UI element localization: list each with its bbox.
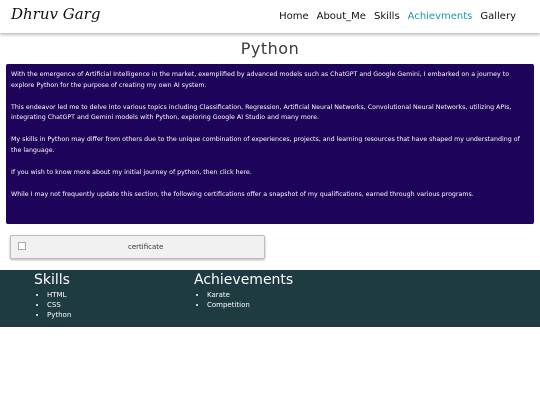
footer-achievements-title: Achievements (194, 272, 294, 288)
brand-logo[interactable]: Dhruv Garg (11, 5, 100, 23)
paragraph-intro: With the emergence of Artificial Intelli… (11, 71, 510, 89)
footer-skill-item: HTML (47, 290, 71, 300)
certificate-card[interactable]: certificate (10, 235, 265, 259)
nav-link-gallery[interactable]: Gallery (480, 11, 516, 22)
nav-menu: Home About_Me Skills Achievments Gallery (279, 11, 516, 22)
python-description-card: With the emergence of Artificial Intelli… (6, 64, 534, 224)
certificate-alt-text: certificate (128, 243, 164, 251)
paragraph-skills: My skills in Python may differ from othe… (11, 136, 520, 154)
footer-skill-item: CSS (47, 300, 71, 310)
paragraph-journey-link[interactable]: If you wish to know more about my initia… (11, 168, 529, 179)
broken-image-icon (18, 242, 26, 250)
paragraph-topics: This endeavor led me to delve into vario… (11, 103, 512, 122)
page-title: Python (240, 39, 300, 58)
footer-achievement-item: Competition (207, 300, 293, 310)
nav-link-skills[interactable]: Skills (374, 11, 400, 22)
footer: Skills HTML CSS Python Achievements Kara… (0, 270, 540, 327)
certificate-image: certificate (18, 242, 163, 251)
footer-achievements-section: Achievements Karate Competition (194, 272, 293, 310)
footer-achievement-item: Karate (207, 290, 293, 300)
footer-skills-section: Skills HTML CSS Python (34, 272, 71, 320)
paragraph-certifications: While I may not frequently update this s… (11, 190, 474, 198)
nav-link-home[interactable]: Home (279, 11, 309, 22)
navbar: Dhruv Garg Home About_Me Skills Achievme… (0, 0, 540, 33)
footer-skills-title: Skills (34, 272, 70, 288)
footer-skill-item: Python (47, 310, 71, 320)
nav-link-about[interactable]: About_Me (317, 11, 366, 22)
nav-link-achievements[interactable]: Achievments (408, 11, 473, 22)
